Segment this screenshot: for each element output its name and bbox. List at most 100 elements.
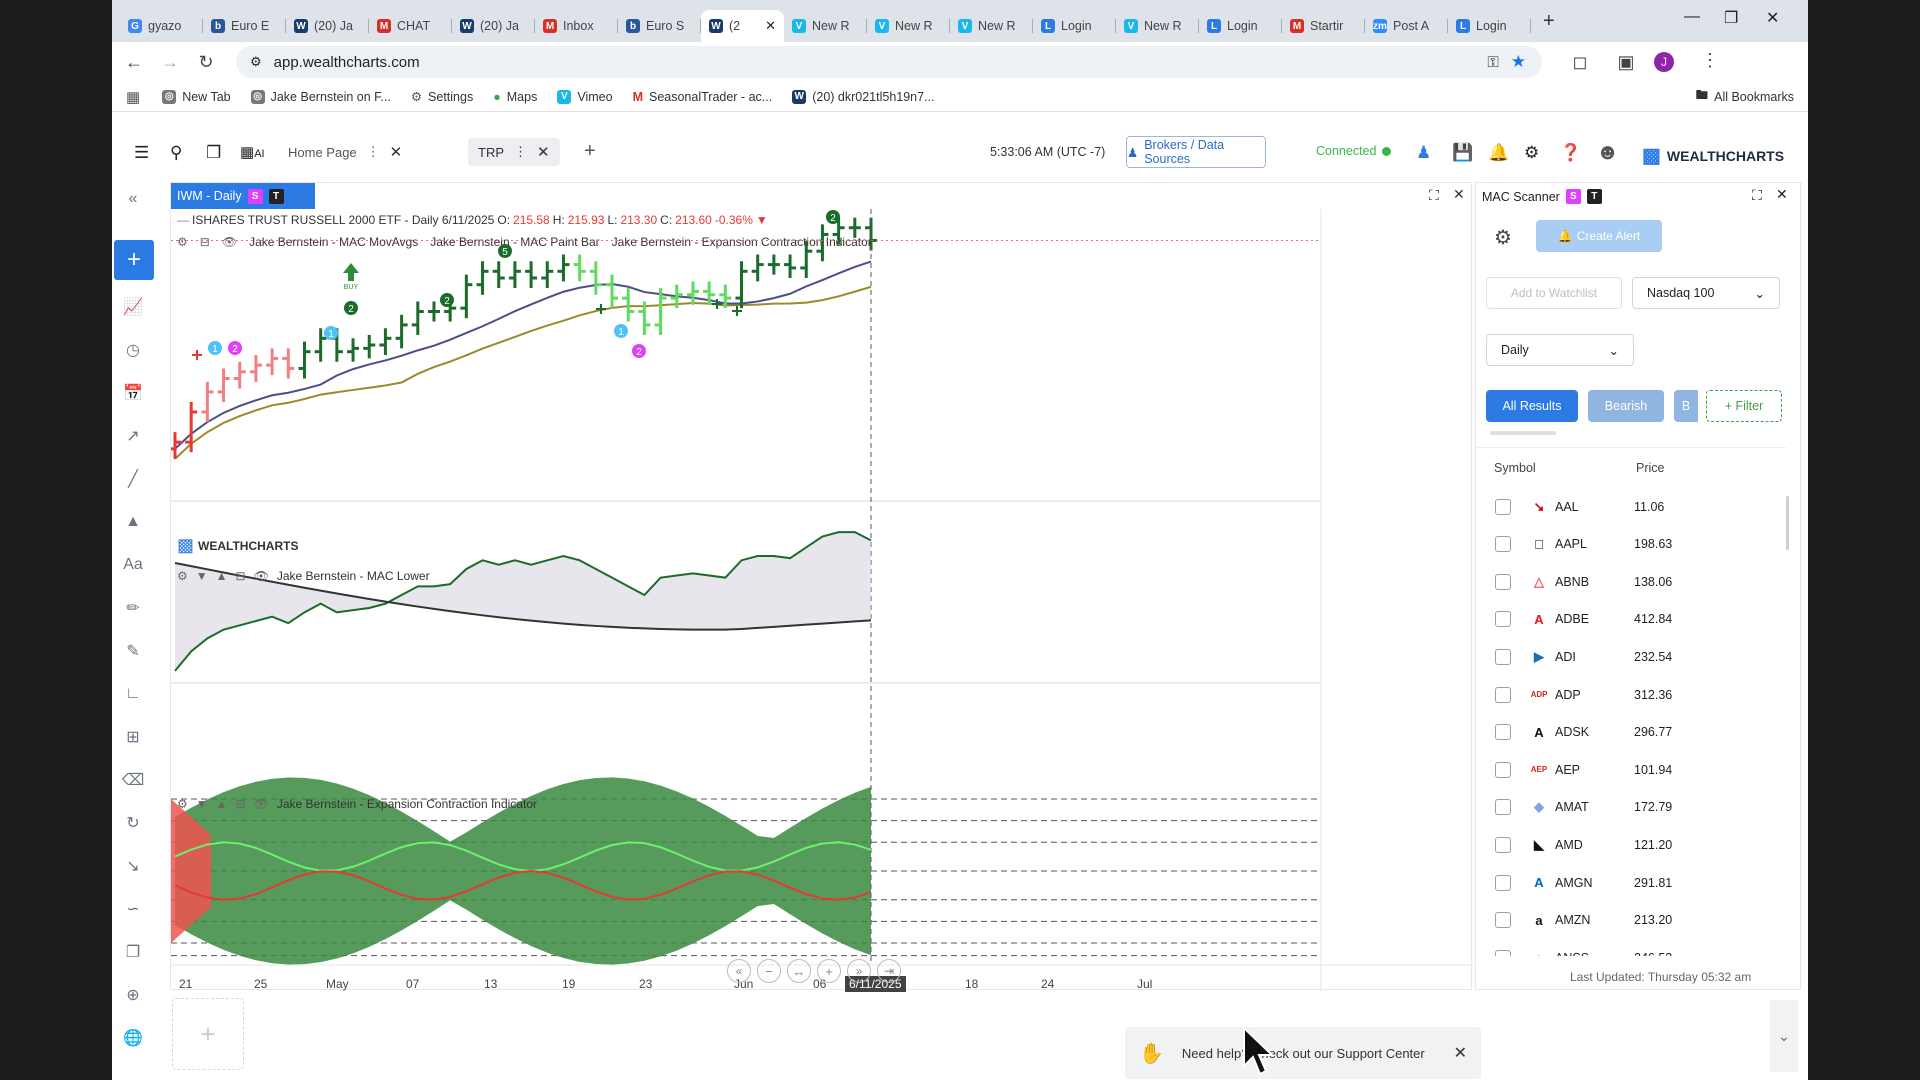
bookmark-wc[interactable]: W (20) dkr021tl5h19n7... [782, 89, 944, 104]
table-row[interactable]: A ADBE 412.84 [1476, 601, 1786, 638]
close-icon[interactable]: ✕ [537, 143, 550, 161]
browser-tab[interactable]: M CHAT [369, 10, 452, 42]
tab-trp[interactable]: TRP ⋮ ✕ [468, 138, 560, 166]
url-field[interactable]: ⚙ app.wealthcharts.com ⚿ ★ [236, 46, 1542, 78]
signal-marker[interactable]: 1 [614, 324, 628, 338]
clock-icon[interactable]: ◷ [118, 335, 148, 365]
row-checkbox[interactable] [1495, 874, 1511, 891]
table-row[interactable]: A AMGN 291.81 [1476, 864, 1786, 901]
move-up-icon[interactable]: ▲ [216, 797, 228, 811]
row-checkbox[interactable] [1495, 686, 1511, 703]
filter-bearish[interactable]: Bearish [1588, 390, 1664, 422]
scroll-right-icon[interactable]: » [847, 959, 871, 983]
path-icon[interactable]: ∽ [118, 894, 148, 924]
browser-tab[interactable]: L Login [1199, 10, 1282, 42]
account-icon[interactable]: ☻ [1596, 139, 1619, 165]
collapse-icon[interactable]: ⊟ [236, 797, 246, 811]
add-widget-button[interactable]: + [172, 998, 244, 1070]
browser-tab[interactable]: L Login [1448, 10, 1531, 42]
table-row[interactable]: △ ABNB 138.06 [1476, 563, 1786, 600]
move-down-icon[interactable]: ▼ [196, 797, 208, 811]
layouts-icon[interactable]: ❐ [206, 143, 221, 163]
calendar-icon[interactable]: 📅 [118, 378, 148, 408]
table-row[interactable]: ▲ ANSS 246.53 [1476, 939, 1786, 956]
measure-icon[interactable]: ⊞ [118, 722, 148, 752]
help-icon[interactable]: ❓ [1560, 143, 1581, 163]
browser-tab[interactable]: V New R [867, 10, 950, 42]
bookmark-seasonal[interactable]: M SeasonalTrader - ac... [623, 90, 783, 104]
extensions-icon[interactable]: ◻ [1562, 52, 1598, 73]
tab-menu-icon[interactable]: ⋮ [367, 144, 380, 160]
index-select[interactable]: Nasdaq 100 ⌄ [1632, 277, 1780, 309]
gear-icon[interactable]: ⚙ [1524, 143, 1539, 163]
signal-marker[interactable]: 2 [344, 301, 358, 315]
eye-icon[interactable]: 👁 [254, 569, 269, 583]
globe-icon[interactable]: 🌐 [118, 1023, 148, 1053]
close-icon[interactable]: ✕ [1776, 186, 1788, 203]
bookmark-new-tab[interactable]: ◎ New Tab [152, 89, 240, 104]
filter-partial[interactable]: B [1674, 390, 1698, 422]
browser-menu-icon[interactable]: ⋮ [1692, 50, 1728, 71]
browser-tab[interactable]: b Euro E [203, 10, 286, 42]
move-up-icon[interactable]: ▲ [216, 569, 228, 583]
row-checkbox[interactable] [1495, 573, 1511, 590]
signal-marker[interactable]: 2 [228, 341, 242, 355]
collapse-sidebar-icon[interactable]: « [118, 184, 148, 214]
eraser-icon[interactable]: ⌫ [118, 765, 148, 795]
signal-marker[interactable]: 2 [826, 210, 840, 224]
ai-assistant-icon[interactable]: ▦AI [240, 143, 265, 161]
add-button[interactable]: + [114, 240, 154, 280]
bookmark-star-icon[interactable]: ★ [1511, 52, 1526, 72]
site-info-icon[interactable]: ⚙ [250, 54, 262, 70]
t-badge[interactable]: T [1586, 189, 1602, 204]
chart-line-icon[interactable]: ↘ [118, 851, 148, 881]
maximize-icon[interactable]: ⛶ [1752, 187, 1762, 204]
bookmark-maps[interactable]: ● Maps [483, 90, 547, 104]
row-checkbox[interactable] [1495, 498, 1511, 515]
buy-arrow-icon[interactable]: BUY [343, 263, 359, 291]
close-icon[interactable]: ✕ [1454, 1043, 1467, 1063]
row-checkbox[interactable] [1495, 836, 1511, 853]
row-checkbox[interactable] [1495, 912, 1511, 929]
community-icon[interactable]: ♟ [1416, 143, 1431, 163]
table-row[interactable]: A ADSK 296.77 [1476, 714, 1786, 751]
table-row[interactable]: ◣ AMD 121.20 [1476, 826, 1786, 863]
browser-tab[interactable]: V New R [950, 10, 1033, 42]
support-link[interactable]: Need help? Check out our Support Center [1182, 1046, 1425, 1061]
browser-tab[interactable]: W (20) Ja [452, 10, 535, 42]
signal-marker[interactable]: 1 [324, 326, 338, 340]
ruler-icon[interactable]: ✎ [118, 636, 148, 666]
shapes-icon[interactable]: ▲ [118, 507, 148, 537]
reload-icon[interactable]: ↻ [188, 52, 224, 73]
row-checkbox[interactable] [1495, 761, 1511, 778]
browser-tab[interactable]: b Euro S [618, 10, 701, 42]
period-select[interactable]: Daily ⌄ [1486, 334, 1634, 366]
browser-tab[interactable]: V New R [784, 10, 867, 42]
apps-grid-icon[interactable]: ▦ [112, 88, 152, 106]
settings-icon[interactable]: ⚙ [177, 569, 188, 583]
search-icon[interactable]: ⚲ [170, 143, 182, 163]
close-window-icon[interactable]: ✕ [1766, 8, 1779, 28]
filter-scrollbar[interactable] [1490, 431, 1556, 435]
copy-icon[interactable]: ❐ [118, 937, 148, 967]
collapse-icon[interactable]: ⊟ [236, 569, 246, 583]
table-row[interactable]: AEP AEP 101.94 [1476, 751, 1786, 788]
browser-tab[interactable]: L Login [1033, 10, 1116, 42]
notifications-icon[interactable]: 🔔 [1488, 143, 1509, 163]
row-checkbox[interactable] [1495, 536, 1511, 553]
browser-tab[interactable]: M Startir [1282, 10, 1365, 42]
price-chart-canvas[interactable]: 1 21225122BUY [171, 183, 1473, 991]
brush-icon[interactable]: ✏ [118, 593, 148, 623]
tab-menu-icon[interactable]: ⋮ [514, 144, 527, 160]
browser-tab[interactable]: Ggyazo [120, 10, 203, 42]
restore-icon[interactable]: ❐ [1724, 8, 1738, 28]
browser-tab[interactable]: W (2 ✕ [701, 10, 784, 42]
minimize-icon[interactable]: — [1684, 8, 1700, 26]
expand-bottom-icon[interactable]: ⌄ [1770, 1000, 1798, 1072]
fit-icon[interactable]: ↔ [787, 959, 811, 983]
row-checkbox[interactable] [1495, 949, 1511, 956]
crosshair-icon[interactable]: ⊕ [118, 980, 148, 1010]
signal-marker[interactable]: 1 [208, 341, 222, 355]
save-icon[interactable]: 💾 [1452, 143, 1473, 163]
close-icon[interactable]: ✕ [390, 143, 403, 161]
